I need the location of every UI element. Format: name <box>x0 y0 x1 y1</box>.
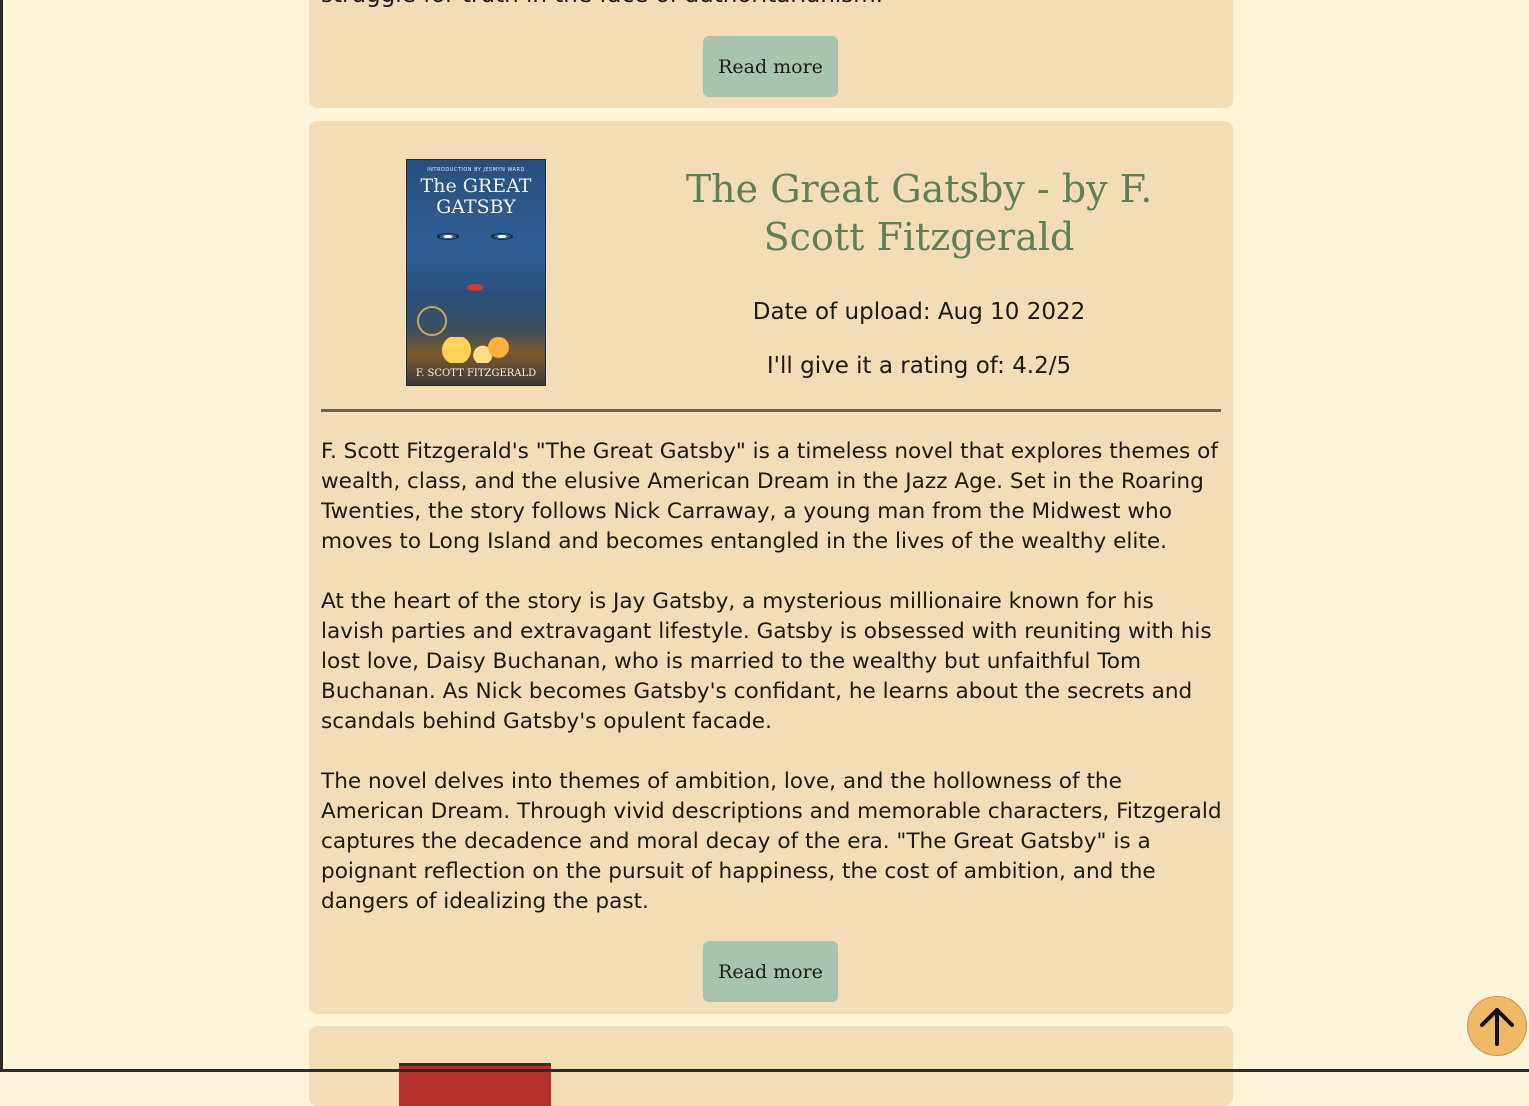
cover-lips <box>467 284 483 291</box>
read-more-button[interactable]: Read more <box>703 941 838 1002</box>
review-card-previous: struggle for truth in the face of author… <box>309 0 1233 108</box>
cover-intro-text: INTRODUCTION BY JESMYN WARD <box>427 167 525 173</box>
review-body: F. Scott Fitzgerald's "The Great Gatsby"… <box>321 437 1223 947</box>
read-more-button[interactable]: Read more <box>703 36 838 97</box>
cover-eye-left <box>437 233 459 240</box>
review-card: INTRODUCTION BY JESMYN WARD The GREAT GA… <box>309 121 1233 1014</box>
review-text-tail: struggle for truth in the face of author… <box>321 0 883 10</box>
arrow-up-icon <box>1480 1008 1514 1046</box>
cover-city-lights <box>425 337 530 363</box>
book-title: The Great Gatsby - by F. Scott Fitzgeral… <box>685 167 1153 259</box>
cover-author-text: F. SCOTT FITZGERALD <box>415 368 537 379</box>
cover-title-text: The GREAT GATSBY <box>420 175 532 218</box>
review-card-next <box>309 1026 1233 1106</box>
window-left-border <box>0 0 3 1072</box>
upload-date: Date of upload: Aug 10 2022 <box>752 299 1086 325</box>
book-cover-image: INTRODUCTION BY JESMYN WARD The GREAT GA… <box>406 159 546 386</box>
cover-seal <box>417 306 447 336</box>
divider <box>321 409 1221 412</box>
cover-eye-right <box>491 233 513 240</box>
review-paragraph: F. Scott Fitzgerald's "The Great Gatsby"… <box>321 439 1218 554</box>
scroll-to-top-button[interactable] <box>1467 996 1527 1056</box>
review-paragraph: The novel delves into themes of ambition… <box>321 769 1222 914</box>
review-paragraph: At the heart of the story is Jay Gatsby,… <box>321 589 1212 734</box>
rating: I'll give it a rating of: 4.2/5 <box>766 353 1072 379</box>
